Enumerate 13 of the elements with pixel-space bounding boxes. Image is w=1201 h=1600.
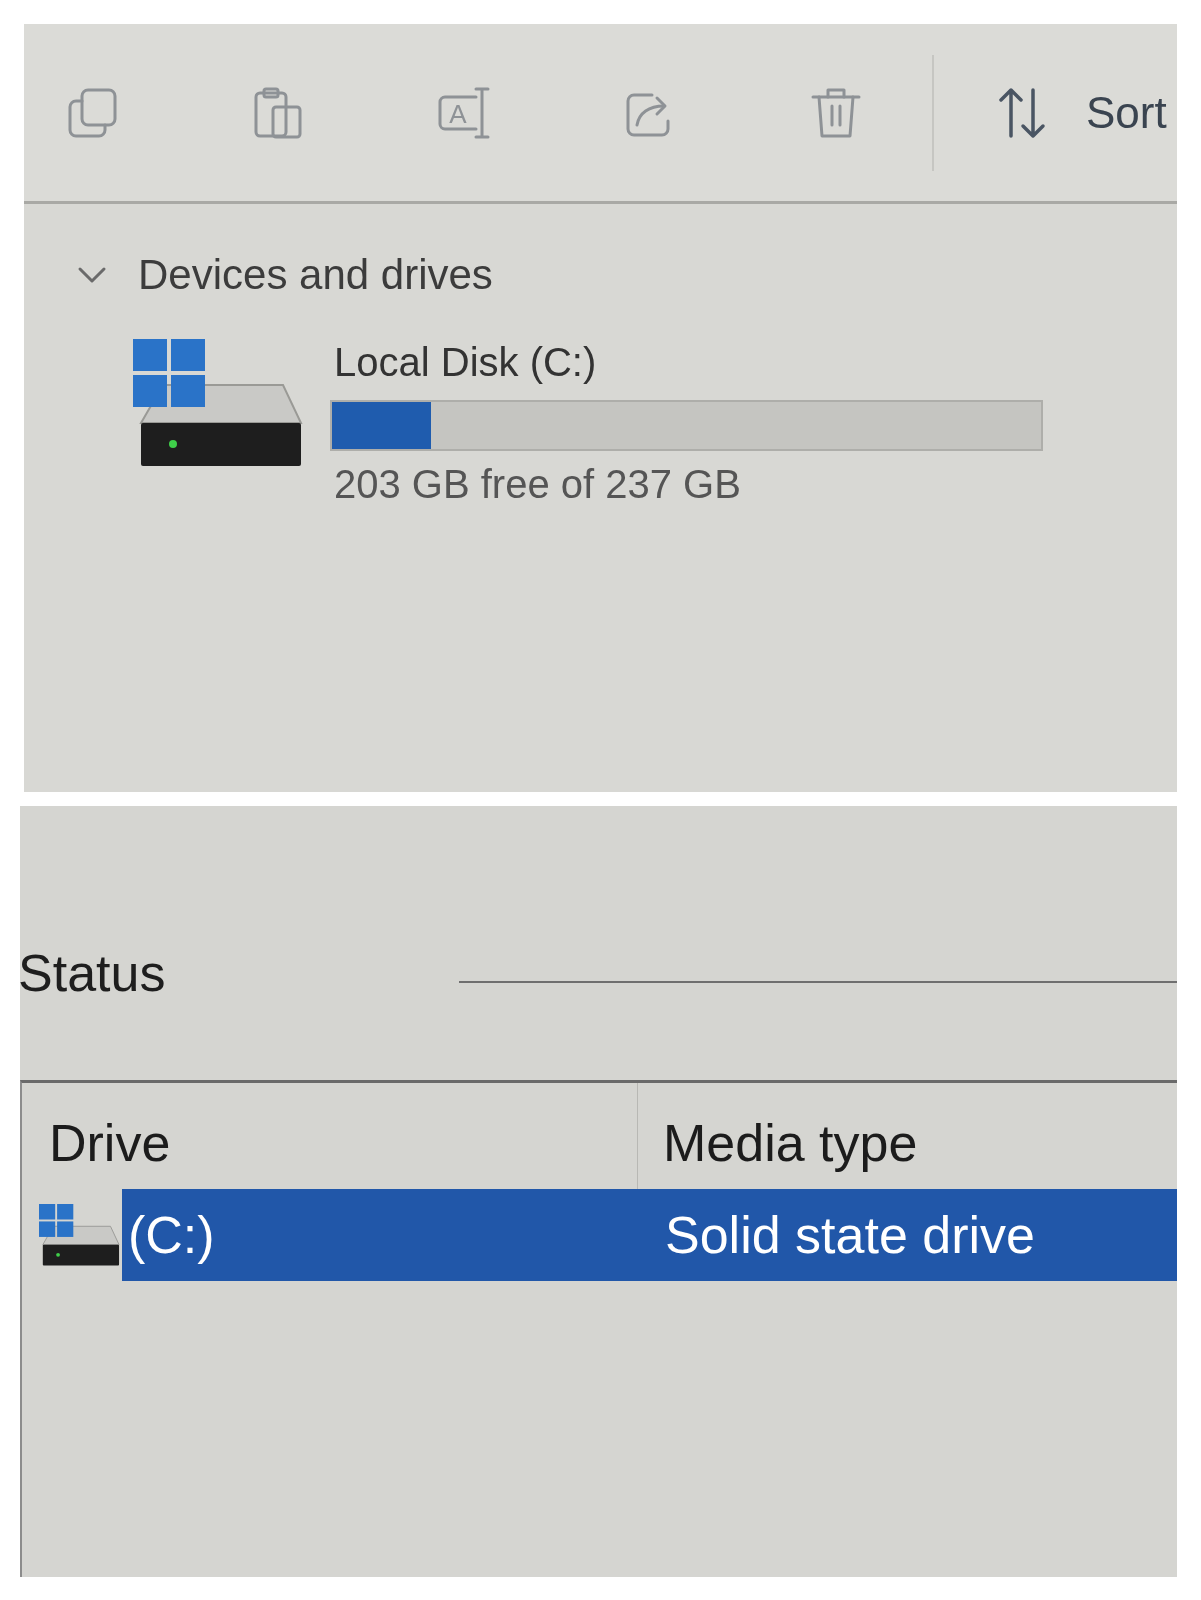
chevron-icon[interactable] bbox=[76, 265, 108, 285]
drive-icon bbox=[133, 339, 303, 467]
free-space-text: 203 GB free of 237 GB bbox=[333, 461, 741, 507]
section-heading: Devices and drives bbox=[138, 250, 493, 300]
table-cell-text: (C:) bbox=[127, 1205, 216, 1266]
group-title: Status bbox=[20, 943, 166, 1003]
drive-name[interactable]: Local Disk (C:) bbox=[330, 339, 597, 385]
column-header[interactable]: Media type bbox=[638, 1083, 918, 1189]
sort-icon bbox=[998, 85, 1046, 140]
table-cell-text: Solid state drive bbox=[664, 1205, 1035, 1266]
table-row[interactable]: (C:) Solid state drive bbox=[122, 1189, 1177, 1281]
drive-icon bbox=[39, 1204, 120, 1266]
sort-button[interactable]: Sort bbox=[998, 85, 1167, 140]
